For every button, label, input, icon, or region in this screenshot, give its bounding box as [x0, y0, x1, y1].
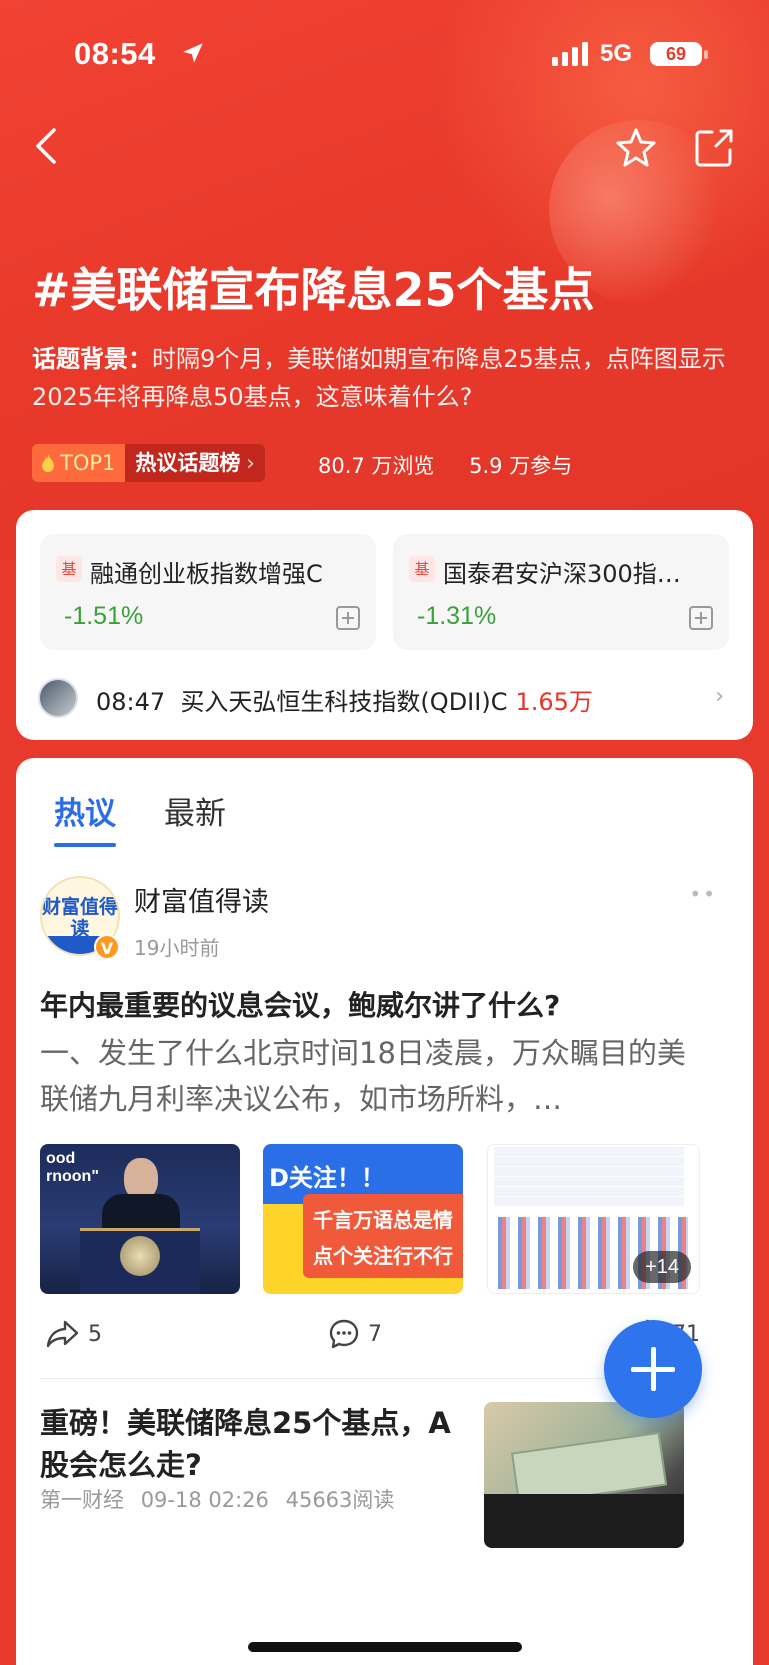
- status-bar: 08:54 5G 69: [0, 36, 769, 76]
- rank-list-label: 热议话题榜: [135, 451, 241, 475]
- author-name[interactable]: 财富值得读: [134, 880, 269, 919]
- chevron-right-icon: ›: [715, 684, 724, 709]
- post-image-2[interactable]: D关注！！ 千言万语总是情 点个关注行不行: [263, 1144, 463, 1294]
- feed-tabs: 热议 最新: [54, 788, 226, 847]
- comment-icon: [329, 1319, 359, 1349]
- image-text-3: 点个关注行不行: [313, 1244, 453, 1268]
- battery-icon: 69: [650, 42, 702, 66]
- topic-title: #美联储宣布降息25个基点: [32, 263, 595, 317]
- back-icon[interactable]: [28, 124, 68, 168]
- create-post-button[interactable]: [604, 1320, 702, 1418]
- fund-tag: 基: [56, 556, 82, 582]
- comment-count: 7: [368, 1321, 382, 1347]
- image-text-2: 千言万语总是情: [313, 1208, 453, 1232]
- add-fund-icon[interactable]: [689, 606, 713, 630]
- post-images: ood rnoon" D关注！！ 千言万语总是情 点个关注行不行 +14: [40, 1144, 700, 1294]
- topic-stats: 80.7 万浏览 5.9 万参与: [318, 450, 600, 480]
- flame-icon: [42, 454, 54, 472]
- tab-hot[interactable]: 热议: [54, 788, 116, 847]
- article-thumbnail[interactable]: [484, 1402, 684, 1548]
- fund-card-2[interactable]: 基 国泰君安沪深300指… -1.31%: [393, 534, 729, 650]
- location-arrow-icon: [183, 43, 203, 63]
- star-icon[interactable]: [614, 126, 658, 170]
- trade-amount: 1.65万: [515, 688, 593, 716]
- wallet-graphic: [484, 1494, 684, 1548]
- topic-description: 话题背景：时隔9个月，美联储如期宣布降息25基点，点阵图显示2025年将再降息5…: [32, 340, 732, 416]
- verified-icon: V: [94, 934, 120, 960]
- share-count: 5: [88, 1321, 102, 1347]
- fund-card-1[interactable]: 基 融通创业板指数增强C -1.51%: [40, 534, 376, 650]
- battery-tip: [704, 50, 708, 59]
- avatar: [38, 678, 78, 718]
- add-fund-icon[interactable]: [336, 606, 360, 630]
- trade-time: 08:47: [96, 688, 166, 716]
- fund-change: -1.51%: [64, 602, 144, 630]
- rank-badge[interactable]: TOP1 热议话题榜 ›: [32, 444, 265, 482]
- trade-ticker[interactable]: 08:47 买入天弘恒生科技指数(QDII)C 1.65万 ›: [38, 676, 728, 720]
- more-icon[interactable]: ••: [689, 882, 717, 906]
- image-caption: ood rnoon": [46, 1150, 99, 1185]
- post-excerpt[interactable]: 一、发生了什么北京时间18日凌晨，万众瞩目的美联储九月利率决议公布，如市场所料，…: [40, 1030, 700, 1122]
- article-title[interactable]: 重磅！美联储降息25个基点，A股会怎么走?: [40, 1402, 460, 1486]
- tab-latest[interactable]: 最新: [164, 788, 226, 847]
- topic-header: 08:54 5G 69 #美联储宣布降息25个基点 话题背景：时隔9个月，美联储…: [0, 0, 769, 560]
- fund-change: -1.31%: [417, 602, 497, 630]
- table-preview: [494, 1147, 684, 1207]
- view-count: 80.7 万浏览: [318, 454, 435, 478]
- rank-list-link[interactable]: 热议话题榜 ›: [125, 444, 265, 482]
- fund-name: 融通创业板指数增强C: [90, 560, 323, 588]
- post-actions: 5 7 71: [40, 1314, 700, 1354]
- image-text-1: D关注！！: [269, 1164, 385, 1192]
- article-source: 第一财经: [40, 1488, 124, 1512]
- fund-tag: 基: [409, 556, 435, 582]
- trade-text: 08:47 买入天弘恒生科技指数(QDII)C 1.65万: [96, 682, 593, 717]
- comment-button[interactable]: 7: [328, 1314, 382, 1354]
- participant-count: 5.9 万参与: [469, 454, 573, 478]
- discussion-feed: 热议 最新 财富值得读 V 财富值得读 19小时前 •• 年内最重要的议息会议，…: [16, 758, 753, 1665]
- article-meta: 第一财经 09-18 02:26 45663阅读: [40, 1484, 404, 1514]
- article-reads: 45663阅读: [285, 1488, 395, 1512]
- related-funds-card: 基 融通创业板指数增强C -1.51% 基 国泰君安沪深300指… -1.31%…: [16, 510, 753, 740]
- rank-top-badge: TOP1: [32, 444, 126, 482]
- article-datetime: 09-18 02:26: [140, 1488, 269, 1512]
- share-button[interactable]: 5: [46, 1314, 102, 1354]
- home-indicator: [248, 1642, 522, 1652]
- post-image-3[interactable]: +14: [487, 1144, 700, 1294]
- share-icon[interactable]: [692, 126, 736, 170]
- chevron-right-icon: ›: [246, 451, 255, 475]
- more-images-badge: +14: [633, 1251, 691, 1283]
- rank-top-label: TOP1: [60, 451, 116, 475]
- divider: [40, 1378, 700, 1379]
- post-time: 19小时前: [134, 936, 220, 960]
- network-label: 5G: [600, 40, 633, 67]
- post-title[interactable]: 年内最重要的议息会议，鲍威尔讲了什么?: [40, 984, 560, 1024]
- post-image-1[interactable]: ood rnoon": [40, 1144, 240, 1294]
- fund-name: 国泰君安沪深300指…: [443, 560, 681, 588]
- seal-emblem: [120, 1236, 160, 1276]
- status-time: 08:54: [74, 36, 156, 71]
- share-arrow-icon: [46, 1320, 79, 1348]
- signal-icon: [552, 42, 588, 66]
- topic-desc-label: 话题背景：: [32, 345, 152, 373]
- trade-action: 买入天弘恒生科技指数(QDII)C: [180, 688, 508, 716]
